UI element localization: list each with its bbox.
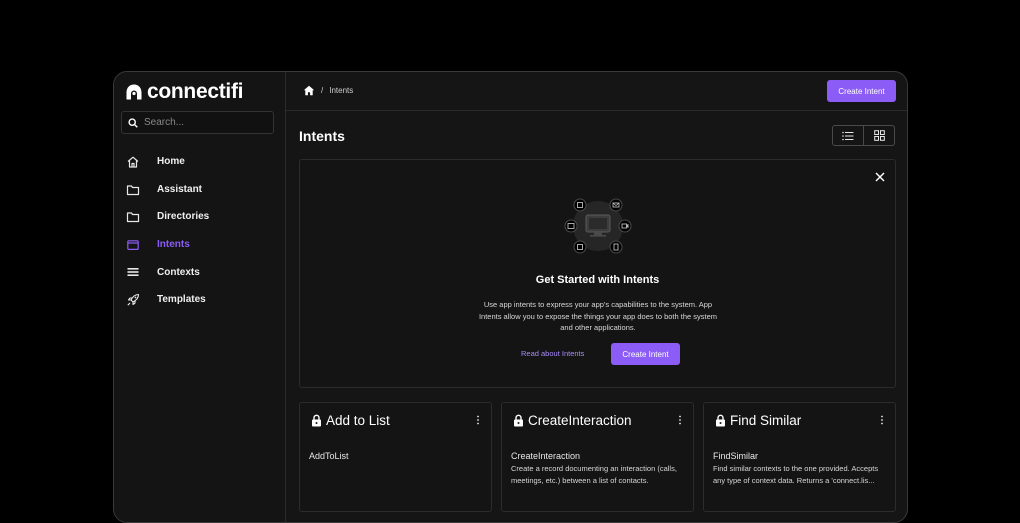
card-subtitle: AddToList <box>309 451 349 461</box>
intent-card[interactable]: Find Similar FindSimilar Find similar co… <box>703 402 896 512</box>
stack-icon <box>127 268 139 277</box>
card-title-text: Find Similar <box>730 413 802 428</box>
search-icon <box>128 117 138 128</box>
rocket-icon <box>127 293 140 306</box>
intent-card[interactable]: CreateInteraction CreateInteraction Crea… <box>501 402 694 512</box>
card-description: Create a record documenting an interacti… <box>511 464 677 485</box>
list-icon <box>842 131 854 140</box>
home-icon <box>127 156 139 168</box>
sidebar-item-label: Assistant <box>157 183 203 195</box>
sidebar-item-label: Contexts <box>157 266 200 278</box>
sidebar-item-label: Intents <box>157 239 190 251</box>
sidebar-item-label: Directories <box>157 211 210 223</box>
intents-illustration-icon <box>564 198 632 254</box>
sidebar-item-label: Templates <box>157 294 206 306</box>
lock-icon <box>514 414 523 427</box>
sidebar-item-intents[interactable]: Intents <box>114 231 285 259</box>
list-view-button[interactable] <box>833 126 863 145</box>
sidebar-item-label: Home <box>157 156 185 168</box>
lock-icon <box>312 414 321 427</box>
view-toggle <box>832 125 895 146</box>
grid-view-button[interactable] <box>863 126 894 145</box>
more-options-icon[interactable] <box>476 415 480 425</box>
card-title-text: CreateInteraction <box>528 413 632 428</box>
card-title: Add to List <box>311 413 390 428</box>
more-options-icon[interactable] <box>880 415 884 425</box>
create-intent-button-secondary[interactable]: Create Intent <box>611 343 680 365</box>
card-title-text: Add to List <box>326 413 390 428</box>
sidebar-nav: Home Assistant Directories Intents Conte… <box>114 148 285 314</box>
intent-card[interactable]: Add to List AddToList <box>299 402 492 512</box>
empty-state-title: Get Started with Intents <box>535 274 660 286</box>
app-window: connectifi Home Assistant <box>113 71 908 523</box>
breadcrumb: / Intents <box>303 85 353 96</box>
breadcrumb-current[interactable]: Intents <box>329 86 353 95</box>
lock-icon <box>716 414 725 427</box>
sidebar: connectifi Home Assistant <box>114 72 286 522</box>
brand-name: connectifi <box>147 80 244 103</box>
breadcrumb-separator: / <box>321 86 324 95</box>
search-box[interactable] <box>121 111 274 134</box>
page-title: Intents <box>299 128 345 144</box>
main-content: / Intents Create Intent Intents Get Star… <box>286 72 907 522</box>
card-subtitle: FindSimilar <box>713 451 759 461</box>
get-started-card: Get Started with Intents Use app intents… <box>299 159 896 388</box>
folder-icon <box>126 184 140 195</box>
sidebar-item-home[interactable]: Home <box>114 148 285 176</box>
read-about-intents-link[interactable]: Read about Intents <box>521 349 584 358</box>
grid-icon <box>873 130 885 141</box>
create-intent-button[interactable]: Create Intent <box>827 80 896 102</box>
sidebar-item-assistant[interactable]: Assistant <box>114 176 285 204</box>
sidebar-item-contexts[interactable]: Contexts <box>114 258 285 286</box>
logo[interactable]: connectifi <box>125 80 243 104</box>
card-title: CreateInteraction <box>513 413 632 428</box>
sidebar-item-templates[interactable]: Templates <box>114 286 285 314</box>
close-icon[interactable] <box>873 170 887 184</box>
card-description: Find similar contexts to the one provide… <box>713 464 879 485</box>
empty-state-description: Use app intents to express your app's ca… <box>478 300 718 332</box>
sidebar-item-directories[interactable]: Directories <box>114 203 285 231</box>
more-options-icon[interactable] <box>678 415 682 425</box>
connectifi-logo-icon <box>126 84 142 100</box>
folder-icon <box>126 212 140 223</box>
window-icon <box>127 239 139 250</box>
card-title: Find Similar <box>715 413 801 428</box>
top-bar: / Intents Create Intent <box>286 72 907 111</box>
search-input[interactable] <box>144 117 264 128</box>
card-subtitle: CreateInteraction <box>511 451 581 461</box>
home-icon[interactable] <box>303 85 315 96</box>
